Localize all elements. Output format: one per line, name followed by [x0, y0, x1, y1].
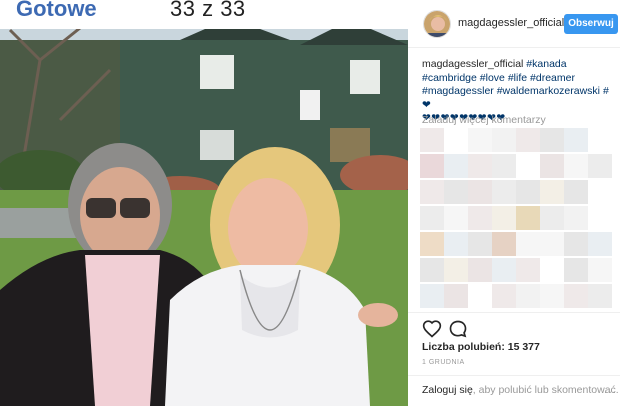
blur-cell	[588, 258, 612, 282]
post-panel: magdagessler_official Obserwuj magdagess…	[408, 0, 620, 406]
blur-cell	[468, 154, 492, 178]
blur-cell	[420, 206, 444, 230]
blur-cell	[468, 232, 492, 256]
blur-cell	[564, 154, 588, 178]
blur-cell	[564, 206, 588, 230]
blur-cell	[420, 284, 444, 308]
follow-button[interactable]: Obserwuj	[564, 14, 618, 34]
hashtag-link[interactable]: #dreamer	[530, 72, 575, 84]
blur-cell	[444, 154, 468, 178]
hashtag-link[interactable]: #waldemarkozerawski	[497, 85, 600, 97]
viewer-topbar: Gotowe 33 z 33	[0, 0, 408, 29]
post-date: 1 GRUDNIA	[422, 359, 465, 366]
caption-username[interactable]: magdagessler_official	[422, 58, 523, 70]
blur-cell	[564, 128, 588, 152]
blur-cell	[468, 128, 492, 152]
hashtag-link[interactable]: #magdagessler	[422, 85, 494, 97]
blur-cell	[468, 206, 492, 230]
blur-cell	[444, 232, 468, 256]
login-row: Zaloguj się, aby polubić lub skomentować…	[408, 375, 620, 406]
post-actions: Liczba polubień: 15 377 1 GRUDNIA Zalogu…	[408, 312, 620, 406]
avatar[interactable]	[423, 10, 451, 38]
post-header: magdagessler_official Obserwuj	[408, 0, 620, 48]
blur-cell	[444, 206, 468, 230]
post-photo[interactable]: Gotowe 33 z 33	[0, 0, 408, 406]
blur-cell	[492, 128, 516, 152]
login-link[interactable]: Zaloguj się	[422, 384, 473, 396]
login-prompt-rest: , aby polubić lub skomentować.	[472, 384, 619, 396]
blur-cell	[516, 128, 540, 152]
blur-cell	[492, 232, 516, 256]
heart-icon[interactable]	[422, 319, 442, 339]
blur-cell	[444, 258, 468, 282]
done-button[interactable]: Gotowe	[16, 0, 97, 24]
blur-cell	[468, 180, 492, 204]
blur-cell	[420, 128, 444, 152]
login-prompt: Zaloguj się, aby polubić lub skomentować…	[422, 384, 619, 396]
blur-cell	[540, 284, 564, 308]
avatar-image	[424, 11, 450, 37]
header-username[interactable]: magdagessler_official	[458, 17, 564, 29]
blur-cell	[444, 284, 468, 308]
blur-cell	[492, 258, 516, 282]
blur-cell	[492, 284, 516, 308]
blur-cell	[516, 232, 540, 256]
blur-cell	[564, 284, 588, 308]
blur-cell	[468, 258, 492, 282]
blur-cell	[564, 180, 588, 204]
hashtag-link[interactable]: #	[603, 85, 609, 97]
hashtag-link[interactable]: #love	[480, 72, 505, 84]
blur-cell	[516, 180, 540, 204]
blur-cell	[516, 284, 540, 308]
blur-cell	[540, 128, 564, 152]
blur-cell	[516, 258, 540, 282]
blur-cell	[564, 232, 588, 256]
blur-cell	[420, 180, 444, 204]
blur-cell	[540, 180, 564, 204]
blur-cell	[444, 180, 468, 204]
heart-emoji-icon: ❤	[422, 98, 432, 111]
blur-cell	[420, 154, 444, 178]
blur-cell	[492, 154, 516, 178]
hashtag-link[interactable]: #life	[508, 72, 527, 84]
blurred-comments	[420, 128, 616, 312]
blur-cell	[516, 206, 540, 230]
blur-cell	[492, 206, 516, 230]
blur-cell	[564, 258, 588, 282]
blur-cell	[540, 232, 564, 256]
more-options-icon[interactable]: ...	[604, 382, 617, 396]
load-more-comments-link[interactable]: Załaduj więcej komentarzy	[422, 114, 546, 126]
blur-cell	[492, 180, 516, 204]
comment-icon[interactable]	[448, 319, 468, 339]
blur-cell	[588, 154, 612, 178]
photo-counter: 33 z 33	[170, 0, 246, 21]
likes-count[interactable]: Liczba polubień: 15 377	[422, 341, 540, 353]
blur-cell	[540, 154, 564, 178]
photo-image	[0, 0, 408, 406]
blur-cell	[420, 232, 444, 256]
blur-cell	[588, 232, 612, 256]
hashtag-link[interactable]: #kanada	[526, 58, 566, 70]
hashtag-link[interactable]: #cambridge	[422, 72, 477, 84]
blur-cell	[588, 284, 612, 308]
blur-cell	[540, 206, 564, 230]
blur-cell	[420, 258, 444, 282]
